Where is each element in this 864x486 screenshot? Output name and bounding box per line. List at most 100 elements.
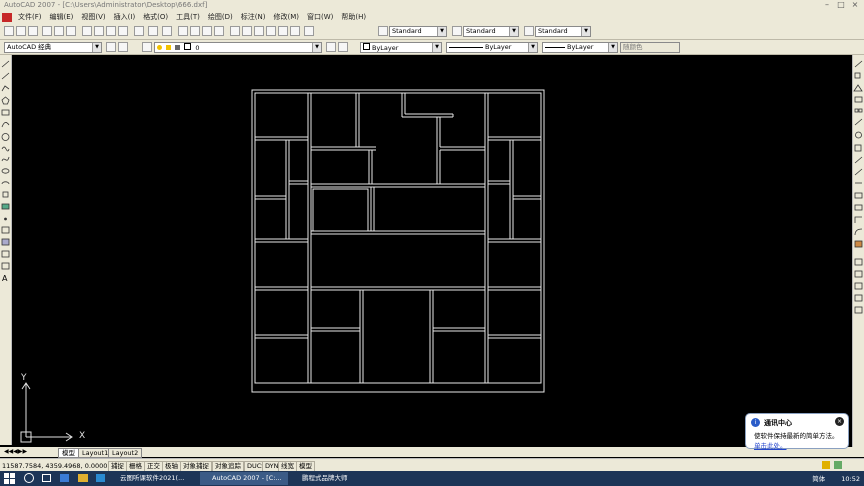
save-icon[interactable]	[28, 26, 38, 36]
point-icon	[4, 217, 7, 221]
edge-icon[interactable]	[60, 474, 69, 482]
text-style-select[interactable]: Standard ▼	[389, 26, 447, 37]
explorer-icon[interactable]	[78, 474, 88, 482]
quickcalc-icon[interactable]	[290, 26, 300, 36]
tool-palettes-icon[interactable]	[254, 26, 264, 36]
popup-message: 使软件保持最新的简单方法。	[754, 432, 839, 440]
layer-previous-icon[interactable]	[338, 42, 348, 52]
zoom-previous-icon[interactable]	[214, 26, 224, 36]
multiline-text-icon: A	[2, 274, 8, 283]
match-properties-icon[interactable]	[118, 26, 128, 36]
lineweight-preview-icon	[545, 46, 565, 48]
start-icon[interactable]	[4, 473, 15, 484]
chevron-down-icon: ▼	[312, 43, 321, 52]
store-icon[interactable]	[96, 474, 105, 482]
menu-window[interactable]: 窗口(W)	[303, 12, 337, 22]
design-center-icon[interactable]	[242, 26, 252, 36]
rectangle-icon	[1, 109, 10, 116]
sheet-set-icon[interactable]	[266, 26, 276, 36]
print-icon[interactable]	[42, 26, 52, 36]
copy-icon[interactable]	[94, 26, 104, 36]
lineweight-select[interactable]: ByLayer ▼	[542, 42, 618, 53]
taskbar-item-yuntu[interactable]: 云图听课软件2021(...	[108, 472, 198, 485]
workspace-select[interactable]: AutoCAD 经典 ▼	[4, 42, 102, 53]
menu-draw[interactable]: 绘图(D)	[204, 12, 237, 22]
open-icon[interactable]	[16, 26, 26, 36]
taskbar-item-autocad[interactable]: AutoCAD 2007 - [C:...	[200, 472, 288, 485]
menu-edit[interactable]: 编辑(E)	[46, 12, 78, 22]
draw-tools: A	[1, 60, 10, 283]
dim-style-select[interactable]: Standard ▼	[463, 26, 519, 37]
preview-icon[interactable]	[54, 26, 64, 36]
modify-toolbar	[852, 55, 864, 450]
tab-model[interactable]: 模型	[58, 448, 79, 458]
clock[interactable]: 10:52	[841, 475, 860, 483]
minimize-button[interactable]: –	[820, 0, 834, 10]
menu-insert[interactable]: 插入(I)	[110, 12, 140, 22]
id-point-icon	[854, 294, 863, 302]
input-language[interactable]: 简体	[812, 475, 825, 483]
menu-format[interactable]: 格式(O)	[139, 12, 172, 22]
new-icon[interactable]	[4, 26, 14, 36]
undo-icon[interactable]	[148, 26, 158, 36]
communication-center-icon[interactable]	[834, 461, 842, 469]
dist-icon	[854, 258, 863, 266]
workspace-settings-icon[interactable]	[106, 42, 116, 52]
zoom-realtime-icon[interactable]	[190, 26, 200, 36]
tab-nav-icon[interactable]: ◀◀◀▶▶	[4, 448, 27, 455]
layer-lock-icon	[175, 45, 181, 50]
zoom-window-icon[interactable]	[202, 26, 212, 36]
break-icon	[854, 192, 863, 199]
ucs-x-label: X	[79, 431, 86, 441]
stretch-icon	[854, 156, 863, 164]
markup-icon[interactable]	[278, 26, 288, 36]
menu-tools[interactable]: 工具(T)	[172, 12, 204, 22]
cut-icon[interactable]	[82, 26, 92, 36]
status-bar: 11587.7584, 4359.4968, 0.0000 捕捉 栅格 正交 极…	[0, 458, 864, 472]
chevron-down-icon: ▼	[509, 27, 518, 36]
lock-icon[interactable]	[822, 461, 830, 469]
layer-on-icon	[157, 45, 162, 50]
menu-file[interactable]: 文件(F)	[14, 12, 46, 22]
chevron-down-icon: ▼	[528, 43, 537, 52]
system-tray: 简体 10:52	[812, 473, 860, 483]
paste-icon[interactable]	[106, 26, 116, 36]
color-select[interactable]: ByLayer ▼	[360, 42, 442, 53]
ellipse-icon	[1, 168, 10, 174]
publish-icon[interactable]	[66, 26, 76, 36]
redo-icon[interactable]	[162, 26, 172, 36]
ucs-icon	[20, 382, 73, 443]
help-icon[interactable]	[304, 26, 314, 36]
menu-dimension[interactable]: 标注(N)	[237, 12, 270, 22]
taskbar-item-pengcheng[interactable]: 鹏程式品牌大师	[290, 472, 370, 485]
make-current-icon[interactable]	[326, 42, 336, 52]
chevron-down-icon: ▼	[608, 43, 617, 52]
tab-layout2[interactable]: Layout2	[108, 448, 143, 458]
layer-color-icon	[184, 43, 192, 50]
layer-select[interactable]: 0 ▼	[154, 42, 322, 53]
region-icon	[1, 250, 10, 258]
task-view-icon[interactable]	[42, 474, 51, 482]
make-block-icon	[1, 203, 10, 210]
save-workspace-icon[interactable]	[118, 42, 128, 52]
color-swatch-icon	[363, 43, 370, 50]
fillet-icon	[854, 228, 863, 236]
search-icon[interactable]	[24, 473, 34, 483]
block-editor-icon[interactable]	[134, 26, 144, 36]
close-button[interactable]: ×	[848, 0, 862, 10]
maximize-button[interactable]: □	[834, 0, 848, 10]
menu-help[interactable]: 帮助(H)	[337, 12, 370, 22]
drawing-canvas[interactable]: Y X	[12, 55, 852, 446]
coordinate-readout: 11587.7584, 4359.4968, 0.0000	[2, 462, 108, 470]
table-style-select[interactable]: Standard ▼	[535, 26, 591, 37]
layer-manager-icon[interactable]	[142, 42, 152, 52]
linetype-select[interactable]: ByLayer ▼	[446, 42, 538, 53]
menu-modify[interactable]: 修改(M)	[269, 12, 303, 22]
pan-icon[interactable]	[178, 26, 188, 36]
taskbar: 云图听课软件2021(... AutoCAD 2007 - [C:... 鹏程式…	[0, 471, 864, 486]
menu-view[interactable]: 视图(V)	[77, 12, 109, 22]
popup-close-icon[interactable]: ×	[835, 417, 844, 426]
rotate-icon	[855, 131, 862, 139]
popup-link[interactable]: 单击此处。	[754, 440, 787, 450]
properties-icon[interactable]	[230, 26, 240, 36]
